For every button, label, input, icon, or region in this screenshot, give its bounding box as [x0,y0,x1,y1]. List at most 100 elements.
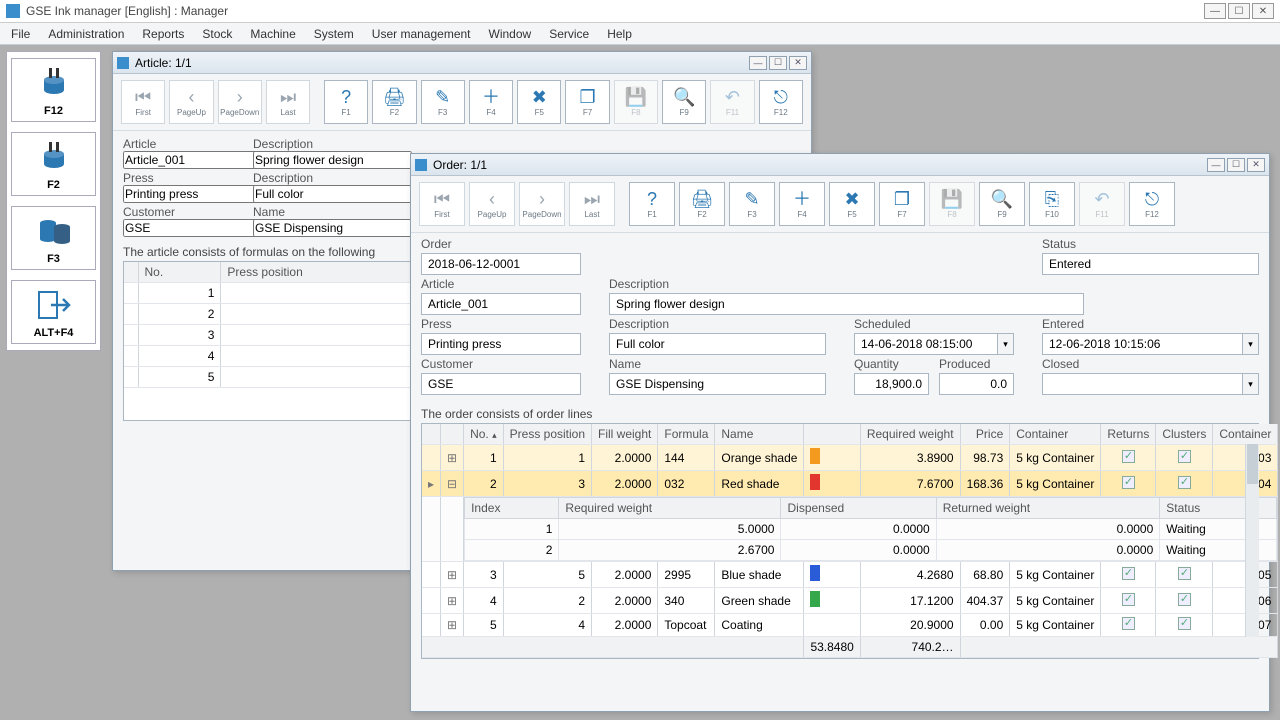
chevron-down-icon[interactable]: ▾ [1243,373,1259,395]
nav-last[interactable]: ⏭Last [266,80,310,124]
menu-stock[interactable]: Stock [195,25,239,43]
tool-f1[interactable]: ?F1 [324,80,368,124]
lbl-quantity: Quantity [854,357,929,371]
tool-f9[interactable]: 🔍F9 [662,80,706,124]
tool-f2[interactable]: 🖨F2 [679,182,725,226]
close-icon[interactable]: ✕ [789,56,807,70]
nav-pageup[interactable]: ‹PageUp [169,80,213,124]
maximize-icon[interactable]: ☐ [1227,158,1245,172]
leftbar-f3[interactable]: F3 [11,206,96,270]
quantity-field[interactable] [854,373,929,395]
menu-help[interactable]: Help [600,25,639,43]
tool-f9[interactable]: 🔍F9 [979,182,1025,226]
lbl-description: Description [253,137,453,151]
window-icon [415,159,427,171]
lbl-article: Article [123,137,243,151]
menu-user-management[interactable]: User management [365,25,478,43]
table-row[interactable]: ▸⊟232.0000032Red shade7.6700168.365 kg C… [422,471,1278,497]
printhead-primary-icon [34,63,74,103]
lbl-produced: Produced [939,357,1014,371]
leftbar-alt+f4[interactable]: ALT+F4 [11,280,96,344]
order-toolbar: ⏮First‹PageUp›PageDown⏭Last ?F1🖨F2✎F3＋F4✖… [411,176,1269,233]
tool-f10[interactable]: ⎘F10 [1029,182,1075,226]
nav-first[interactable]: ⏮First [419,182,465,226]
article-desc-field[interactable] [253,151,412,169]
table-row[interactable]: ⊞542.0000TopcoatCoating20.90000.005 kg C… [422,614,1278,637]
tool-f7[interactable]: ❐F7 [565,80,609,124]
app-titlebar: GSE Ink manager [English] : Manager — ☐ … [0,0,1280,23]
tool-f11: ↶F11 [1079,182,1125,226]
order-desc-field[interactable] [609,293,1084,315]
drums-icon [34,211,74,251]
nav-first[interactable]: ⏮First [121,80,165,124]
chevron-down-icon[interactable]: ▾ [998,333,1014,355]
scrollbar[interactable] [1245,444,1259,637]
close-icon[interactable]: ✕ [1247,158,1265,172]
window-icon [117,57,129,69]
order-press-desc-field[interactable] [609,333,826,355]
lbl-press: Press [123,171,243,185]
app-icon [6,4,20,18]
produced-field[interactable] [939,373,1014,395]
order-press-field[interactable] [421,333,581,355]
maximize-icon[interactable]: ☐ [769,56,787,70]
closed-field[interactable] [1042,373,1243,395]
tool-f3[interactable]: ✎F3 [421,80,465,124]
lbl-scheduled: Scheduled [854,317,1014,331]
scheduled-field[interactable] [854,333,998,355]
menu-reports[interactable]: Reports [135,25,191,43]
menu-machine[interactable]: Machine [243,25,302,43]
tool-f12[interactable]: ⎋F12 [1129,182,1175,226]
tool-f5[interactable]: ✖F5 [517,80,561,124]
tool-f1[interactable]: ?F1 [629,182,675,226]
chevron-down-icon[interactable]: ▾ [1243,333,1259,355]
leftbar-f12[interactable]: F12 [11,58,96,122]
table-row[interactable]: ⊞112.0000144Orange shade3.890098.735 kg … [422,445,1278,471]
menu-file[interactable]: File [4,25,37,43]
press-desc-field[interactable] [253,185,412,203]
nav-pagedown[interactable]: ›PageDown [519,182,565,226]
lbl-customer: Customer [123,205,243,219]
maximize-icon[interactable]: ☐ [1228,3,1250,19]
minimize-icon[interactable]: — [749,56,767,70]
close-icon[interactable]: ✕ [1252,3,1274,19]
tool-f3[interactable]: ✎F3 [729,182,775,226]
menu-administration[interactable]: Administration [41,25,131,43]
tool-f4[interactable]: ＋F4 [779,182,825,226]
minimize-icon[interactable]: — [1204,3,1226,19]
total-price: 740.2… [860,637,960,658]
tool-f7[interactable]: ❐F7 [879,182,925,226]
detail-row[interactable]: 22.67000.00000.0000Waiting [465,540,1277,561]
minimize-icon[interactable]: — [1207,158,1225,172]
order-customer-field[interactable] [421,373,581,395]
tool-f12[interactable]: ⎋F12 [759,80,803,124]
app-title: GSE Ink manager [English] : Manager [26,4,228,18]
lbl-article: Article [421,277,581,291]
order-lines-grid[interactable]: No. ▴Press positionFill weightFormulaNam… [421,423,1259,659]
menu-service[interactable]: Service [542,25,596,43]
order-article-field[interactable] [421,293,581,315]
table-row[interactable]: ⊞352.00002995Blue shade4.268068.805 kg C… [422,562,1278,588]
lbl-press-desc: Description [609,317,826,331]
table-row[interactable]: ⊞422.0000340Green shade17.1200404.375 kg… [422,588,1278,614]
order-subtitle: The order consists of order lines [411,407,1269,421]
nav-last[interactable]: ⏭Last [569,182,615,226]
status-field[interactable] [1042,253,1259,275]
tool-f8: 💾F8 [929,182,975,226]
nav-pagedown[interactable]: ›PageDown [218,80,262,124]
nav-pageup[interactable]: ‹PageUp [469,182,515,226]
detail-row[interactable]: 15.00000.00000.0000Waiting [465,519,1277,540]
entered-field[interactable] [1042,333,1243,355]
menu-window[interactable]: Window [482,25,539,43]
lbl-entered: Entered [1042,317,1259,331]
leftbar-f2[interactable]: F2 [11,132,96,196]
order-field[interactable] [421,253,581,275]
article-toolbar: ⏮First‹PageUp›PageDown⏭Last ?F1🖨F2✎F3＋F4✖… [113,74,811,131]
order-name-field[interactable] [609,373,826,395]
tool-f5[interactable]: ✖F5 [829,182,875,226]
lbl-customer: Customer [421,357,581,371]
tool-f2[interactable]: 🖨F2 [372,80,416,124]
customer-name-field[interactable] [253,219,412,237]
menu-system[interactable]: System [307,25,361,43]
tool-f4[interactable]: ＋F4 [469,80,513,124]
